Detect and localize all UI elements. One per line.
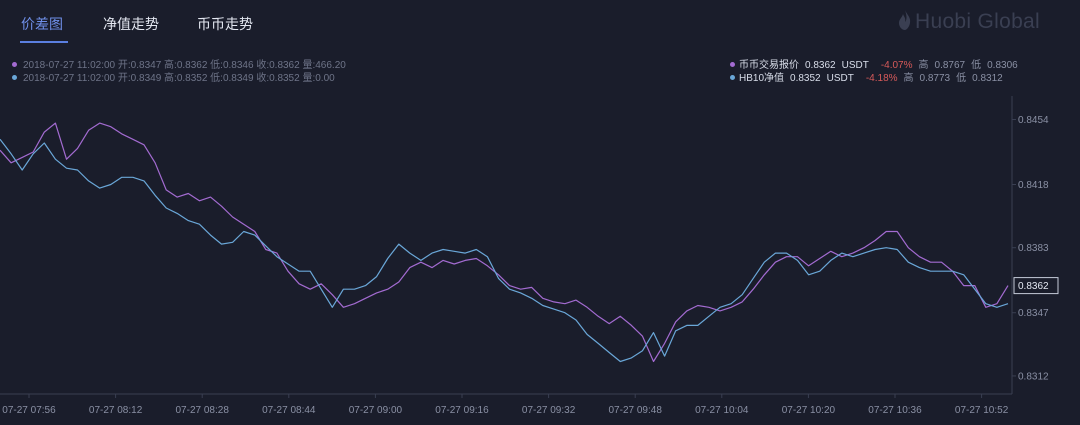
- y-tick-layer: 0.8454 0.8418 0.8383 0.8347 0.8312: [1012, 115, 1049, 382]
- x-tick-label: 07-27 10:36: [868, 405, 922, 416]
- x-tick-label: 07-27 10:04: [695, 405, 749, 416]
- current-value-tag: 0.8362: [1013, 277, 1059, 295]
- y-tick-label: 0.8454: [1018, 115, 1049, 126]
- y-tick-label: 0.8312: [1018, 371, 1049, 382]
- series-line-1: [0, 138, 1009, 363]
- y-tick-label: 0.8347: [1018, 308, 1049, 319]
- price-chart[interactable]: 0.8454 0.8418 0.8383 0.8347 0.8312 07-27 07:…: [0, 0, 1080, 425]
- x-tick-label: 07-27 09:32: [522, 405, 576, 416]
- x-tick-label: 07-27 08:44: [262, 405, 316, 416]
- y-tick-label: 0.8383: [1018, 243, 1049, 254]
- x-tick-label: 07-27 09:16: [435, 405, 489, 416]
- x-tick-label: 07-27 09:00: [349, 405, 403, 416]
- x-tick-label: 07-27 08:28: [176, 405, 230, 416]
- x-tick-label: 07-27 10:20: [782, 405, 836, 416]
- x-tick-layer: 07-27 07:56 07-27 08:12 07-27 08:28 07-27 0…: [2, 394, 1009, 416]
- x-tick-label: 07-27 07:56: [2, 405, 56, 416]
- series-layer: [0, 122, 1009, 363]
- x-tick-label: 07-27 09:48: [609, 405, 663, 416]
- y-tick-label: 0.8418: [1018, 180, 1049, 191]
- current-value-label: 0.8362: [1018, 281, 1049, 292]
- series-line-0: [0, 122, 1009, 363]
- x-tick-label: 07-27 08:12: [89, 405, 143, 416]
- x-tick-label: 07-27 10:52: [955, 405, 1009, 416]
